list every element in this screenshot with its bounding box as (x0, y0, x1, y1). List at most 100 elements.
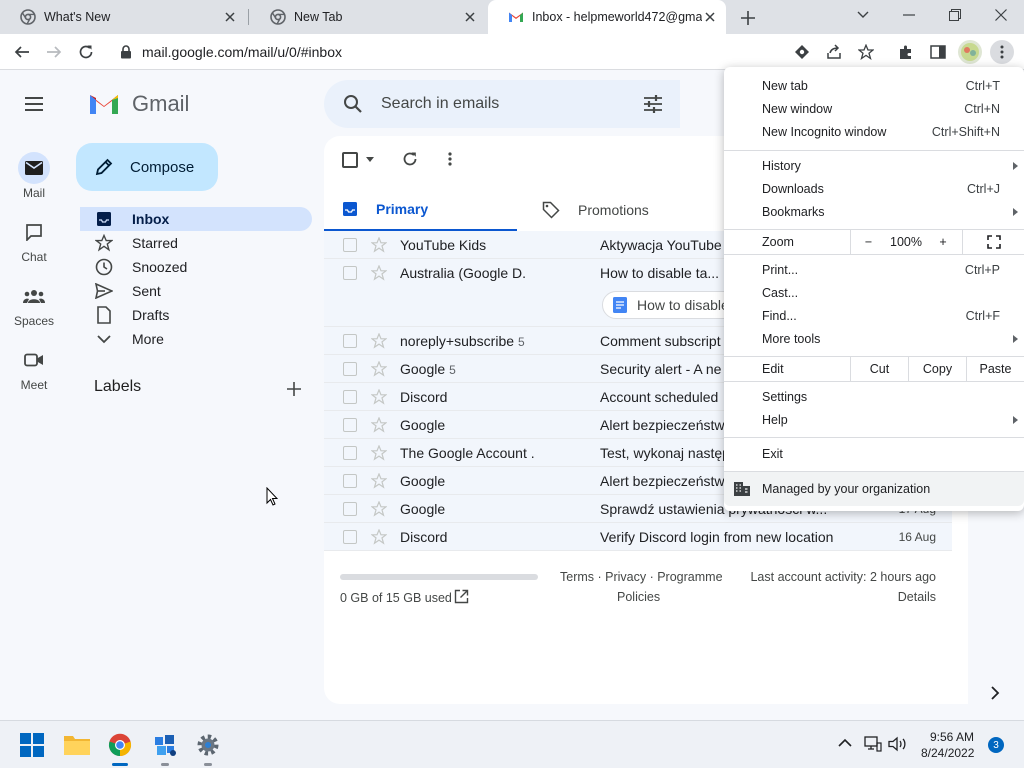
menu-item-new-window[interactable]: New window Ctrl+N (724, 98, 1024, 121)
close-window-button[interactable] (978, 0, 1024, 30)
bookmark-star-icon[interactable] (856, 42, 876, 62)
menu-item-managed[interactable]: Managed by your organization (724, 472, 1024, 506)
star-icon[interactable] (371, 501, 387, 517)
close-tab-icon[interactable] (702, 9, 718, 25)
nav-item-inbox[interactable]: Inbox (80, 207, 312, 231)
address-bar[interactable]: mail.google.com/mail/u/0/#inbox (142, 44, 342, 60)
tab-search-button[interactable] (840, 0, 886, 30)
menu-item-bookmarks[interactable]: Bookmarks (724, 201, 1024, 224)
rail-item-mail[interactable]: Mail (0, 152, 68, 200)
details-link[interactable]: Details (898, 590, 936, 604)
zoom-in-button[interactable]: + (926, 230, 960, 254)
taskbar-settings[interactable] (192, 729, 224, 766)
close-tab-icon[interactable] (222, 9, 238, 25)
tab-primary[interactable]: Primary (324, 188, 517, 232)
forward-button[interactable] (44, 42, 64, 62)
star-icon[interactable] (371, 529, 387, 545)
cut-button[interactable]: Cut (850, 357, 908, 381)
start-button[interactable] (16, 729, 48, 761)
lock-icon[interactable] (116, 42, 136, 62)
search-input[interactable]: Search in emails (381, 95, 499, 113)
menu-item-downloads[interactable]: Downloads Ctrl+J (724, 178, 1024, 201)
reload-button[interactable] (76, 42, 96, 62)
notification-badge[interactable]: 3 (988, 737, 1004, 753)
compose-button[interactable]: Compose (76, 143, 218, 191)
rail-item-chat[interactable]: Chat (0, 216, 68, 264)
star-icon[interactable] (371, 333, 387, 349)
clock-time[interactable]: 9:56 AM (930, 730, 974, 744)
refresh-icon[interactable] (402, 151, 418, 167)
star-icon[interactable] (371, 445, 387, 461)
rail-item-meet[interactable]: Meet (0, 344, 68, 392)
copy-button[interactable]: Copy (908, 357, 966, 381)
fullscreen-icon[interactable] (962, 230, 1024, 254)
row-checkbox[interactable] (343, 362, 357, 376)
side-panel-icon[interactable] (928, 42, 948, 62)
network-icon[interactable] (864, 736, 882, 752)
search-options-icon[interactable] (643, 94, 663, 114)
star-icon[interactable] (371, 417, 387, 433)
new-tab-button[interactable] (738, 8, 758, 28)
nav-item-more[interactable]: More (80, 327, 312, 351)
row-checkbox[interactable] (343, 474, 357, 488)
row-checkbox[interactable] (343, 446, 357, 460)
menu-item-new-incognito[interactable]: New Incognito window Ctrl+Shift+N (724, 121, 1024, 144)
menu-item-print[interactable]: Print... Ctrl+P (724, 259, 1024, 282)
extensions-icon[interactable] (896, 42, 916, 62)
select-dropdown-icon[interactable] (366, 157, 374, 162)
external-link-icon[interactable] (454, 589, 469, 604)
footer-policies-link[interactable]: Policies (617, 590, 660, 604)
chevron-right-icon[interactable] (990, 686, 1000, 700)
row-checkbox[interactable] (343, 390, 357, 404)
taskbar-chrome[interactable] (104, 729, 136, 766)
browser-tab-inbox[interactable]: Inbox - helpmeworld472@gmail (488, 0, 726, 34)
row-checkbox[interactable] (343, 238, 357, 252)
gmail-logo[interactable]: Gmail (88, 91, 189, 117)
star-icon[interactable] (371, 473, 387, 489)
nav-item-drafts[interactable]: Drafts (80, 303, 312, 327)
menu-item-settings[interactable]: Settings (724, 386, 1024, 409)
nav-item-sent[interactable]: Sent (80, 279, 312, 303)
google-lens-icon[interactable] (792, 42, 812, 62)
back-button[interactable] (12, 42, 32, 62)
close-tab-icon[interactable] (462, 9, 478, 25)
row-checkbox[interactable] (343, 502, 357, 516)
search-bar[interactable]: Search in emails (324, 80, 680, 128)
rail-item-spaces[interactable]: Spaces (0, 280, 68, 328)
footer-links[interactable]: Terms · Privacy · Programme (560, 570, 723, 584)
browser-tab-new-tab[interactable]: New Tab (250, 0, 486, 34)
star-icon[interactable] (371, 265, 387, 281)
restore-button[interactable] (932, 0, 978, 30)
row-checkbox[interactable] (343, 334, 357, 348)
chevron-up-icon[interactable] (838, 738, 852, 747)
nav-item-starred[interactable]: Starred (80, 231, 312, 255)
profile-avatar[interactable] (958, 40, 982, 64)
paste-button[interactable]: Paste (966, 357, 1024, 381)
taskbar-app[interactable] (149, 729, 181, 766)
menu-item-new-tab[interactable]: New tab Ctrl+T (724, 75, 1024, 98)
star-icon[interactable] (371, 237, 387, 253)
share-icon[interactable] (824, 42, 844, 62)
email-row[interactable]: Discord Verify Discord login from new lo… (324, 523, 952, 551)
volume-icon[interactable] (888, 736, 908, 752)
tab-promotions[interactable]: Promotions (542, 188, 722, 232)
star-icon[interactable] (371, 389, 387, 405)
chrome-menu-button[interactable] (990, 40, 1014, 64)
menu-item-cast[interactable]: Cast... (724, 282, 1024, 305)
menu-item-find[interactable]: Find... Ctrl+F (724, 305, 1024, 328)
row-checkbox[interactable] (343, 530, 357, 544)
menu-item-more-tools[interactable]: More tools (724, 328, 1024, 351)
menu-item-exit[interactable]: Exit (724, 443, 1024, 466)
taskbar-file-explorer[interactable] (61, 729, 93, 761)
nav-item-snoozed[interactable]: Snoozed (80, 255, 312, 279)
select-all-checkbox[interactable] (342, 152, 358, 168)
add-label-icon[interactable] (285, 380, 303, 398)
zoom-out-button[interactable]: − (850, 230, 886, 254)
clock-date[interactable]: 8/24/2022 (921, 746, 974, 760)
browser-tab-whats-new[interactable]: What's New (0, 0, 246, 34)
menu-item-history[interactable]: History (724, 155, 1024, 178)
row-checkbox[interactable] (343, 266, 357, 280)
menu-item-help[interactable]: Help (724, 409, 1024, 432)
more-options-icon[interactable] (448, 152, 452, 166)
star-icon[interactable] (371, 361, 387, 377)
